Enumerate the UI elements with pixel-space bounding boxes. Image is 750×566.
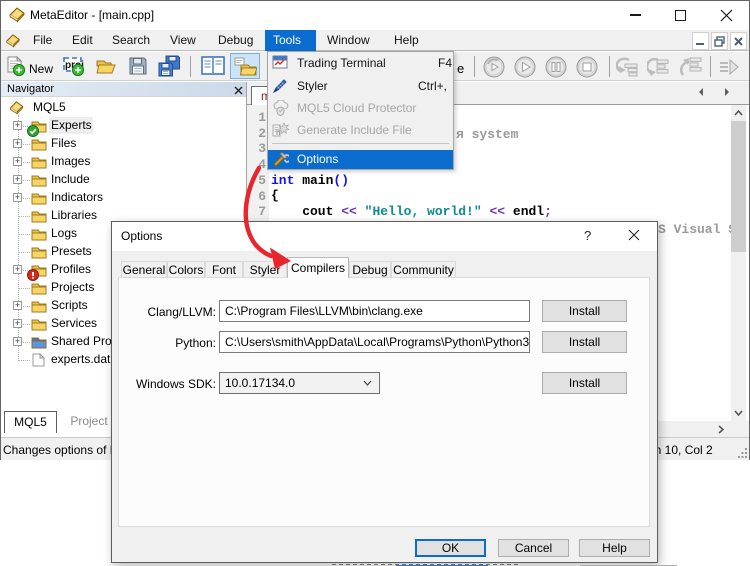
svg-text:h: h <box>276 130 280 137</box>
